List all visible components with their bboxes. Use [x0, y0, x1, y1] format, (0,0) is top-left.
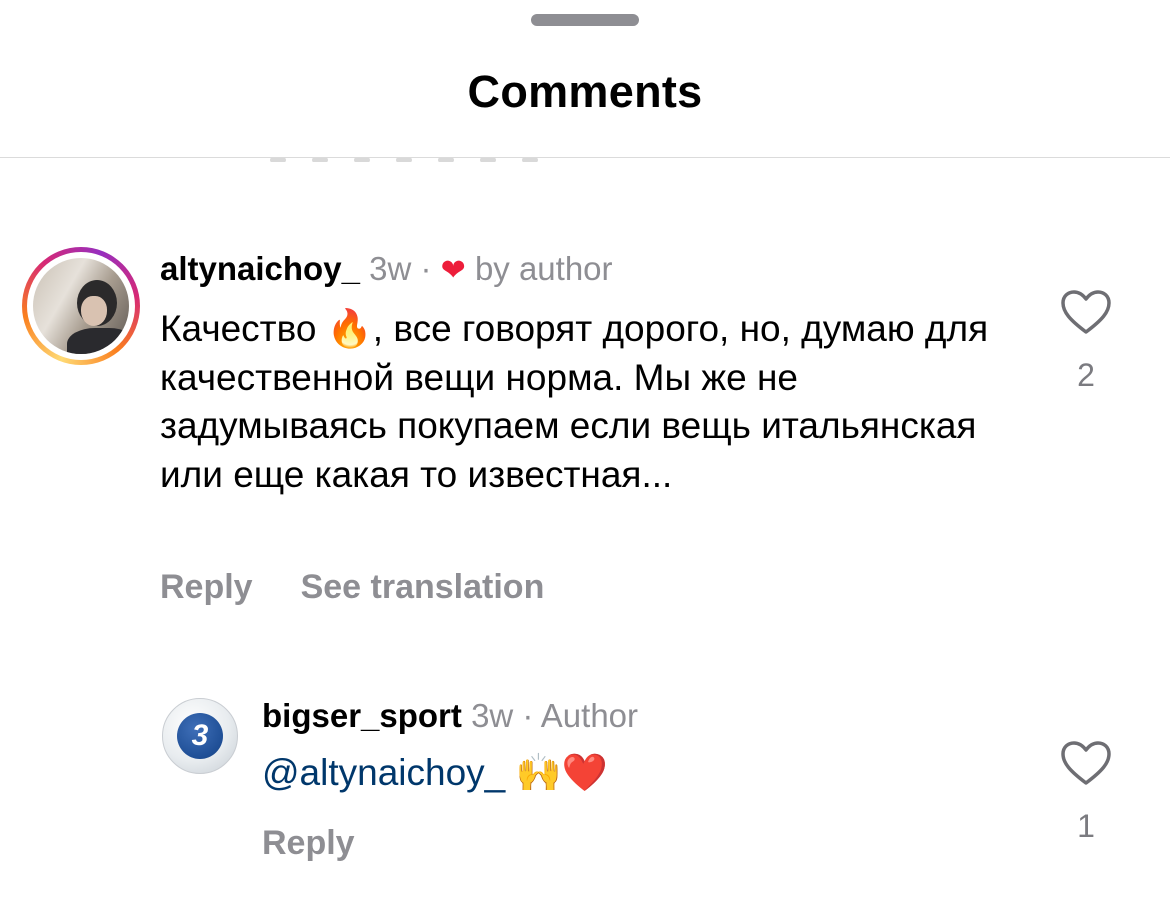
comment-text: Качество 🔥, все говорят дорого, но, дума…	[160, 305, 1000, 499]
comment-actions: Reply See translation	[160, 568, 544, 607]
avatar-story-ring[interactable]	[22, 247, 140, 365]
comment-meta: bigser_sport 3w · Author	[262, 697, 638, 735]
heart-outline-icon[interactable]	[1060, 740, 1112, 786]
meta-separator: ·	[420, 250, 432, 287]
fire-emoji: 🔥	[326, 308, 373, 349]
sheet-title: Comments	[467, 66, 703, 117]
like-count: 1	[1077, 808, 1095, 844]
avatar-logo-glyph: 3	[191, 719, 209, 752]
meta-separator: ·	[522, 697, 534, 734]
comment-username[interactable]: bigser_sport	[262, 697, 462, 734]
author-liked-label: by author	[474, 250, 613, 287]
author-badge: Author	[540, 697, 639, 734]
comment-text-start: Качество	[160, 308, 327, 349]
reply-button[interactable]: Reply	[160, 568, 253, 606]
avatar	[33, 258, 129, 354]
comment-text: @altynaichoy_ 🙌❤️	[262, 752, 608, 795]
emoji-group: 🙌❤️	[515, 752, 608, 793]
comment-age: 3w	[471, 697, 514, 734]
avatar[interactable]: 3	[162, 698, 238, 774]
author-liked-heart-icon: ❤	[440, 254, 466, 287]
sheet-grabber-handle[interactable]	[531, 14, 639, 26]
reply-button[interactable]: Reply	[262, 824, 355, 862]
heart-outline-icon[interactable]	[1060, 289, 1112, 335]
comment-actions: Reply	[262, 824, 355, 863]
comment-age: 3w	[369, 250, 412, 287]
mention-link[interactable]: @altynaichoy_	[262, 752, 505, 793]
scrolled-content-fragment	[270, 150, 600, 162]
comment-username[interactable]: altynaichoy_	[160, 250, 360, 287]
see-translation-button[interactable]: See translation	[301, 568, 545, 606]
comment-meta: altynaichoy_ 3w · ❤ by author	[160, 250, 613, 288]
like-count: 2	[1077, 357, 1095, 393]
header-divider	[0, 157, 1170, 158]
comment-like: 2	[1056, 289, 1116, 394]
comment-like: 1	[1056, 740, 1116, 845]
